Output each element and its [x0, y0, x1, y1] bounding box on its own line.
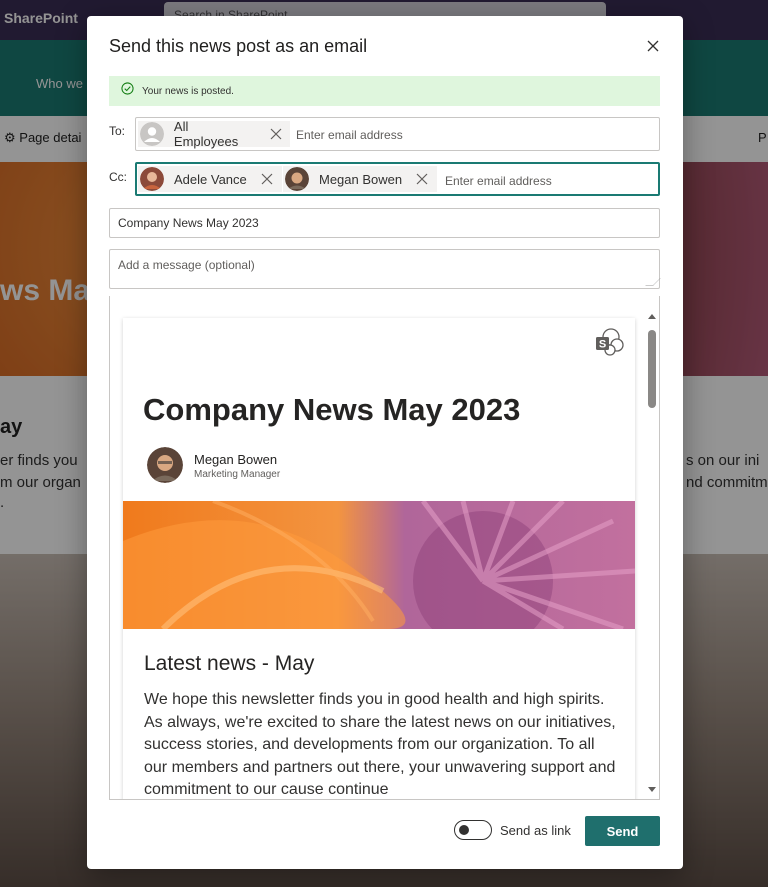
- sharepoint-logo-icon: S: [593, 326, 627, 360]
- recipient-pill[interactable]: All Employees: [138, 119, 290, 149]
- remove-icon[interactable]: [416, 173, 428, 185]
- remove-icon[interactable]: [270, 128, 282, 140]
- banner-text: Your news is posted.: [142, 85, 234, 97]
- message-field[interactable]: Add a message (optional): [109, 249, 661, 289]
- cc-label: Cc:: [109, 170, 127, 184]
- send-button[interactable]: Send: [585, 816, 660, 846]
- to-label: To:: [109, 124, 126, 138]
- news-banner-image: [123, 501, 635, 629]
- subject-field[interactable]: Company News May 2023: [109, 208, 660, 238]
- scroll-down-icon[interactable]: [648, 787, 656, 792]
- message-placeholder: Add a message (optional): [118, 258, 255, 272]
- cc-field[interactable]: Adele Vance Megan Bowen Enter email addr…: [135, 162, 660, 196]
- send-email-dialog: Send this news post as an email Your new…: [87, 16, 683, 869]
- success-banner: Your news is posted.: [109, 76, 660, 106]
- preview-paragraph: We hope this newsletter finds you in goo…: [144, 691, 616, 798]
- scroll-thumb[interactable]: [648, 330, 656, 408]
- recipient-name: All Employees: [173, 119, 239, 149]
- resize-grip[interactable]: [645, 278, 661, 286]
- author-role: Marketing Manager: [194, 469, 281, 480]
- recipient-pill[interactable]: Megan Bowen: [283, 166, 437, 192]
- avatar: [140, 167, 164, 191]
- preview-title: Company News May 2023: [143, 392, 521, 427]
- send-as-link-toggle[interactable]: [454, 820, 492, 840]
- recipient-name: Adele Vance: [174, 171, 247, 187]
- preview-card: S Company News May 2023 Megan Bowen Mark…: [123, 318, 635, 799]
- scroll-up-icon[interactable]: [648, 314, 656, 319]
- avatar: [140, 122, 164, 146]
- author-name: Megan Bowen: [194, 452, 278, 467]
- avatar: [147, 447, 183, 483]
- email-preview: S Company News May 2023 Megan Bowen Mark…: [109, 296, 660, 800]
- close-icon[interactable]: [643, 36, 663, 56]
- svg-text:S: S: [599, 339, 606, 351]
- toggle-knob: [459, 825, 469, 835]
- recipient-pill[interactable]: Adele Vance: [138, 166, 282, 192]
- to-input[interactable]: Enter email address: [296, 128, 403, 142]
- dialog-title: Send this news post as an email: [109, 36, 368, 56]
- cc-input[interactable]: Enter email address: [445, 174, 552, 188]
- recipient-name: Megan Bowen: [319, 171, 403, 187]
- preview-scrollbar[interactable]: [644, 296, 659, 799]
- send-as-link-label: Send as link: [500, 823, 571, 838]
- preview-subheading: Latest news - May: [144, 652, 315, 675]
- check-circle-icon: [121, 82, 134, 100]
- remove-icon[interactable]: [261, 173, 273, 185]
- to-field[interactable]: All Employees Enter email address: [135, 117, 660, 151]
- avatar: [285, 167, 309, 191]
